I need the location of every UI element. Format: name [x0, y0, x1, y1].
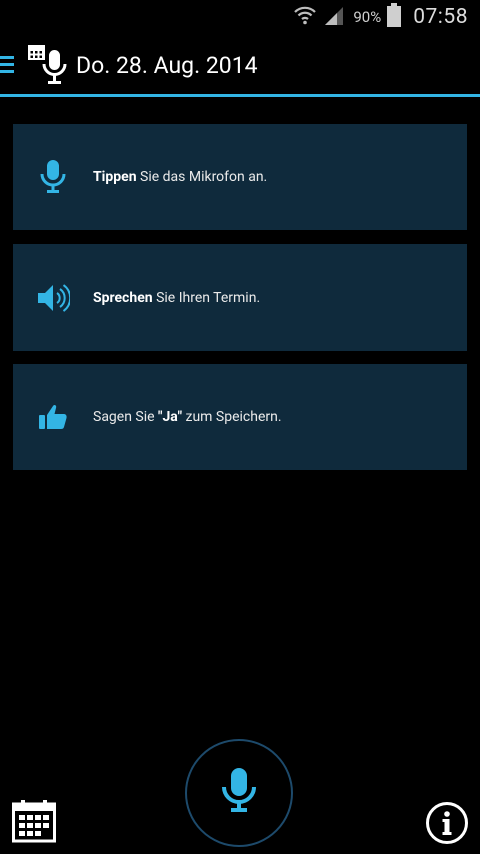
- status-icons: 90% 07:58: [293, 0, 468, 34]
- action-bar: Do. 28. Aug. 2014: [0, 34, 480, 97]
- action-bar-divider: [0, 94, 480, 97]
- step-text-bold: Tippen: [93, 169, 137, 185]
- status-bar: 90% 07:58: [0, 0, 480, 34]
- microphone-icon: [221, 767, 257, 819]
- menu-icon[interactable]: [0, 56, 14, 74]
- step-card-speak: Sprechen Sie Ihren Termin.: [13, 244, 467, 351]
- step-text: Tippen Sie das Mikrofon an.: [93, 169, 267, 185]
- wifi-icon: [293, 4, 317, 30]
- microphone-icon: [13, 159, 93, 195]
- page-title-date: Do. 28. Aug. 2014: [76, 52, 258, 79]
- battery-icon: [387, 3, 402, 31]
- step-text-rest: Sie das Mikrofon an.: [136, 169, 268, 185]
- step-text-rest: Sie Ihren Termin.: [152, 289, 261, 306]
- step-text-bold: Sprechen: [93, 289, 153, 306]
- speaker-icon: [13, 282, 93, 314]
- step-text-bold: "Ja": [158, 409, 183, 425]
- clock-time: 07:58: [413, 5, 468, 29]
- step-card-confirm: Sagen Sie "Ja" zum Speichern.: [13, 364, 467, 470]
- step-card-tap: Tippen Sie das Mikrofon an.: [13, 124, 467, 230]
- battery-percent: 90%: [353, 8, 382, 26]
- thumbs-up-icon: [13, 403, 93, 431]
- app-logo-icon[interactable]: [26, 42, 70, 90]
- step-text: Sagen Sie "Ja" zum Speichern.: [93, 409, 282, 425]
- microphone-button[interactable]: [185, 739, 293, 847]
- signal-icon: [323, 4, 345, 30]
- step-text-rest: zum Speichern.: [182, 409, 282, 425]
- info-icon[interactable]: [425, 801, 469, 849]
- calendar-icon[interactable]: [12, 799, 56, 847]
- step-text: Sprechen Sie Ihren Termin.: [93, 290, 260, 306]
- step-text-pre: Sagen Sie: [93, 409, 159, 425]
